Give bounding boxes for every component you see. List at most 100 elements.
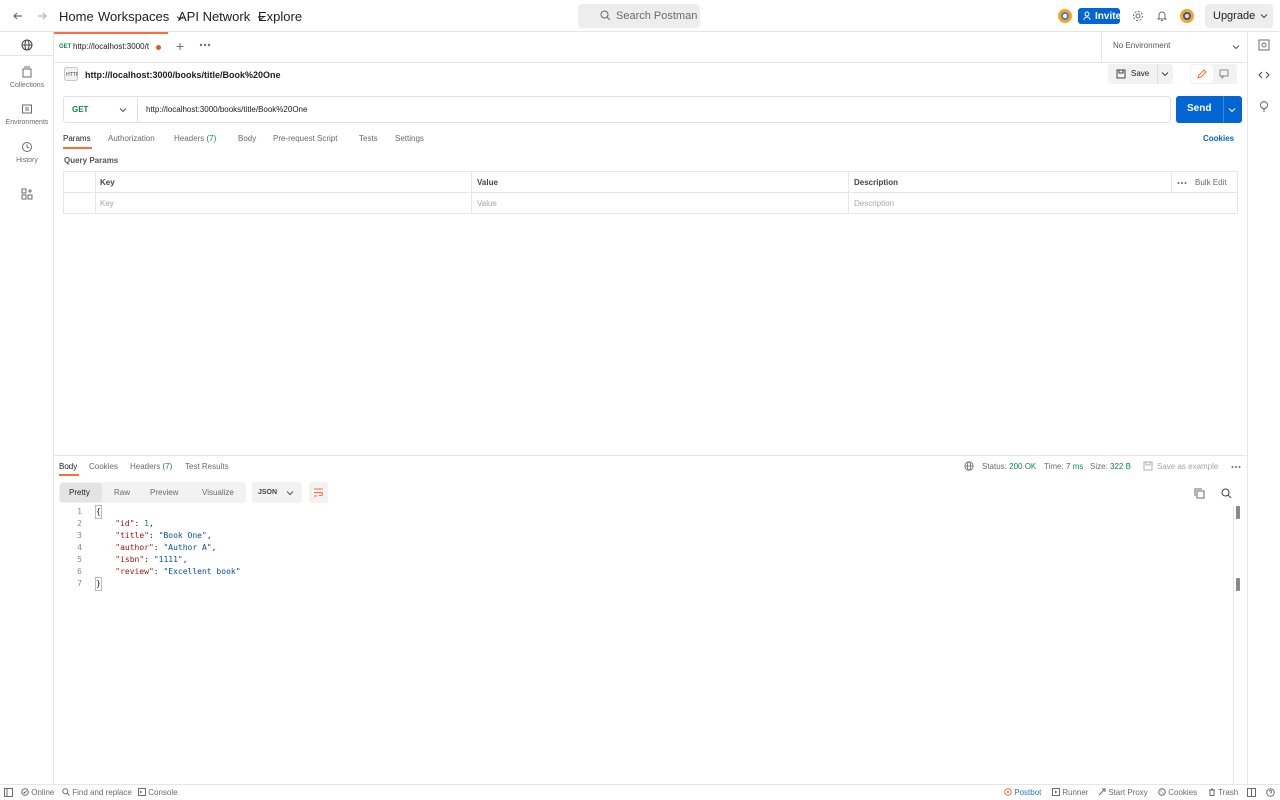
invite-button[interactable]: Invite: [1078, 8, 1122, 24]
cookies-link[interactable]: Cookies: [1203, 134, 1234, 143]
scrollbar-marker: [1236, 578, 1240, 591]
tab-body[interactable]: Body: [238, 134, 256, 143]
more-options-icon[interactable]: [1177, 181, 1187, 185]
key-input[interactable]: Key: [100, 199, 114, 208]
invite-label: Invite: [1095, 11, 1122, 22]
new-tab-icon[interactable]: +: [176, 38, 184, 54]
collections-icon: [21, 66, 33, 78]
nav-api-network[interactable]: API Network: [178, 9, 265, 24]
sidebar-item-label: Environments: [5, 119, 49, 126]
more-tabs-icon[interactable]: [199, 42, 211, 48]
bulk-edit-link[interactable]: Bulk Edit: [1195, 178, 1227, 187]
json-isbn-value: 1111: [158, 555, 178, 564]
search-icon[interactable]: [1221, 488, 1232, 499]
team-avatar-icon[interactable]: [1057, 8, 1073, 24]
active-response-tab-indicator: [59, 474, 79, 476]
forward-arrow-icon[interactable]: [36, 10, 48, 22]
column-header-key: Key: [100, 178, 115, 187]
format-select[interactable]: JSON: [252, 482, 302, 503]
save-button[interactable]: Save: [1108, 64, 1173, 84]
response-tab-test-results[interactable]: Test Results: [185, 462, 229, 471]
lightbulb-icon[interactable]: [1258, 100, 1270, 112]
postbot-button[interactable]: Postbot: [1004, 788, 1041, 797]
sidebar-item-history[interactable]: History: [0, 141, 54, 164]
tab-headers[interactable]: Headers (7): [174, 134, 216, 143]
nav-home[interactable]: Home: [59, 9, 94, 24]
tab-authorization[interactable]: Authorization: [108, 134, 155, 143]
size-value: 322 B: [1110, 462, 1131, 471]
http-request-icon: HTTP: [64, 67, 78, 81]
tab-settings[interactable]: Settings: [395, 134, 424, 143]
two-pane-view-icon[interactable]: [1247, 788, 1256, 797]
view-visualize[interactable]: Visualize: [202, 488, 234, 497]
json-review-value: Excellent book: [168, 567, 236, 576]
comment-icon[interactable]: [1219, 69, 1229, 79]
cookie-icon: [1158, 788, 1166, 796]
response-status[interactable]: Status: 200 OK: [982, 462, 1036, 471]
more-options-icon[interactable]: [1231, 465, 1241, 469]
find-and-replace[interactable]: Find and replace: [62, 788, 132, 797]
tab-pre-request-script[interactable]: Pre-request Script: [273, 134, 337, 143]
toggle-sidebar-icon[interactable]: [4, 788, 13, 797]
start-proxy-button[interactable]: Start Proxy: [1098, 788, 1148, 797]
url-input[interactable]: http://localhost:3000/books/title/Book%2…: [146, 105, 307, 114]
chevron-down-icon[interactable]: [1228, 106, 1236, 114]
response-time[interactable]: Time: 7 ms: [1044, 462, 1083, 471]
method-select[interactable]: GET: [64, 97, 138, 122]
console-button[interactable]: Console: [138, 788, 178, 797]
response-tab-cookies[interactable]: Cookies: [89, 462, 118, 471]
tab-tests[interactable]: Tests: [359, 134, 378, 143]
view-preview[interactable]: Preview: [150, 488, 178, 497]
environment-select[interactable]: No Environment: [1105, 32, 1247, 62]
notification-bell-icon[interactable]: [1156, 10, 1168, 22]
settings-gear-icon[interactable]: [1132, 10, 1144, 22]
chevron-down-icon: [1161, 72, 1169, 77]
edit-mode-button[interactable]: [1191, 65, 1213, 83]
save-as-example-button[interactable]: Save as example: [1157, 462, 1218, 471]
help-icon[interactable]: [1266, 788, 1275, 797]
check-circle-icon: [21, 788, 29, 796]
runner-label: Runner: [1062, 788, 1089, 797]
sidebar-item-environments[interactable]: Environments: [0, 103, 54, 126]
upgrade-label: Upgrade: [1213, 10, 1256, 22]
code-icon[interactable]: [1258, 69, 1270, 81]
send-button[interactable]: Send: [1176, 96, 1242, 123]
cookies-button[interactable]: Cookies: [1158, 788, 1197, 797]
user-avatar-icon[interactable]: [1179, 8, 1195, 24]
globe-icon[interactable]: [964, 461, 974, 471]
trash-button[interactable]: Trash: [1208, 788, 1238, 797]
view-mode-toggle[interactable]: [1190, 64, 1237, 84]
response-tab-headers[interactable]: Headers (7): [130, 462, 172, 471]
trash-label: Trash: [1218, 788, 1239, 797]
size-label: Size:: [1090, 462, 1108, 471]
response-tab-body[interactable]: Body: [59, 462, 77, 471]
back-arrow-icon[interactable]: [12, 10, 24, 22]
tab-params[interactable]: Params: [63, 134, 91, 143]
sidebar-item-collections[interactable]: Collections: [0, 66, 54, 89]
request-title[interactable]: http://localhost:3000/books/title/Book%2…: [85, 70, 281, 80]
json-id-value: 1: [144, 519, 149, 528]
view-pretty[interactable]: Pretty: [69, 488, 90, 497]
upgrade-button[interactable]: Upgrade: [1205, 4, 1273, 28]
request-tab[interactable]: GET http://localhost:3000/t: [54, 32, 168, 62]
tab-url: http://localhost:3000/t: [73, 42, 150, 51]
view-raw[interactable]: Raw: [114, 488, 130, 497]
scrollbar-thumb[interactable]: [1236, 506, 1240, 519]
nav-workspaces[interactable]: Workspaces: [98, 9, 184, 24]
copy-icon[interactable]: [1194, 488, 1205, 499]
runner-button[interactable]: Runner: [1052, 788, 1088, 797]
environment-quick-look-icon[interactable]: [1258, 39, 1270, 51]
nav-explore[interactable]: Explore: [258, 9, 302, 24]
wrap-lines-button[interactable]: [309, 482, 328, 503]
unsaved-dot: [156, 45, 161, 50]
description-input[interactable]: Description: [854, 199, 894, 208]
workspace-globe-icon[interactable]: [21, 39, 33, 51]
tab-method: GET: [59, 44, 72, 50]
response-size[interactable]: Size: 322 B: [1090, 462, 1131, 471]
json-author-value: Author A: [168, 543, 207, 552]
online-status[interactable]: Online: [21, 788, 54, 797]
active-tab-indicator: [63, 147, 92, 149]
search-bar[interactable]: Search Postman: [578, 4, 700, 28]
configure-sidebar-icon[interactable]: [21, 188, 33, 200]
value-input[interactable]: Value: [477, 199, 497, 208]
